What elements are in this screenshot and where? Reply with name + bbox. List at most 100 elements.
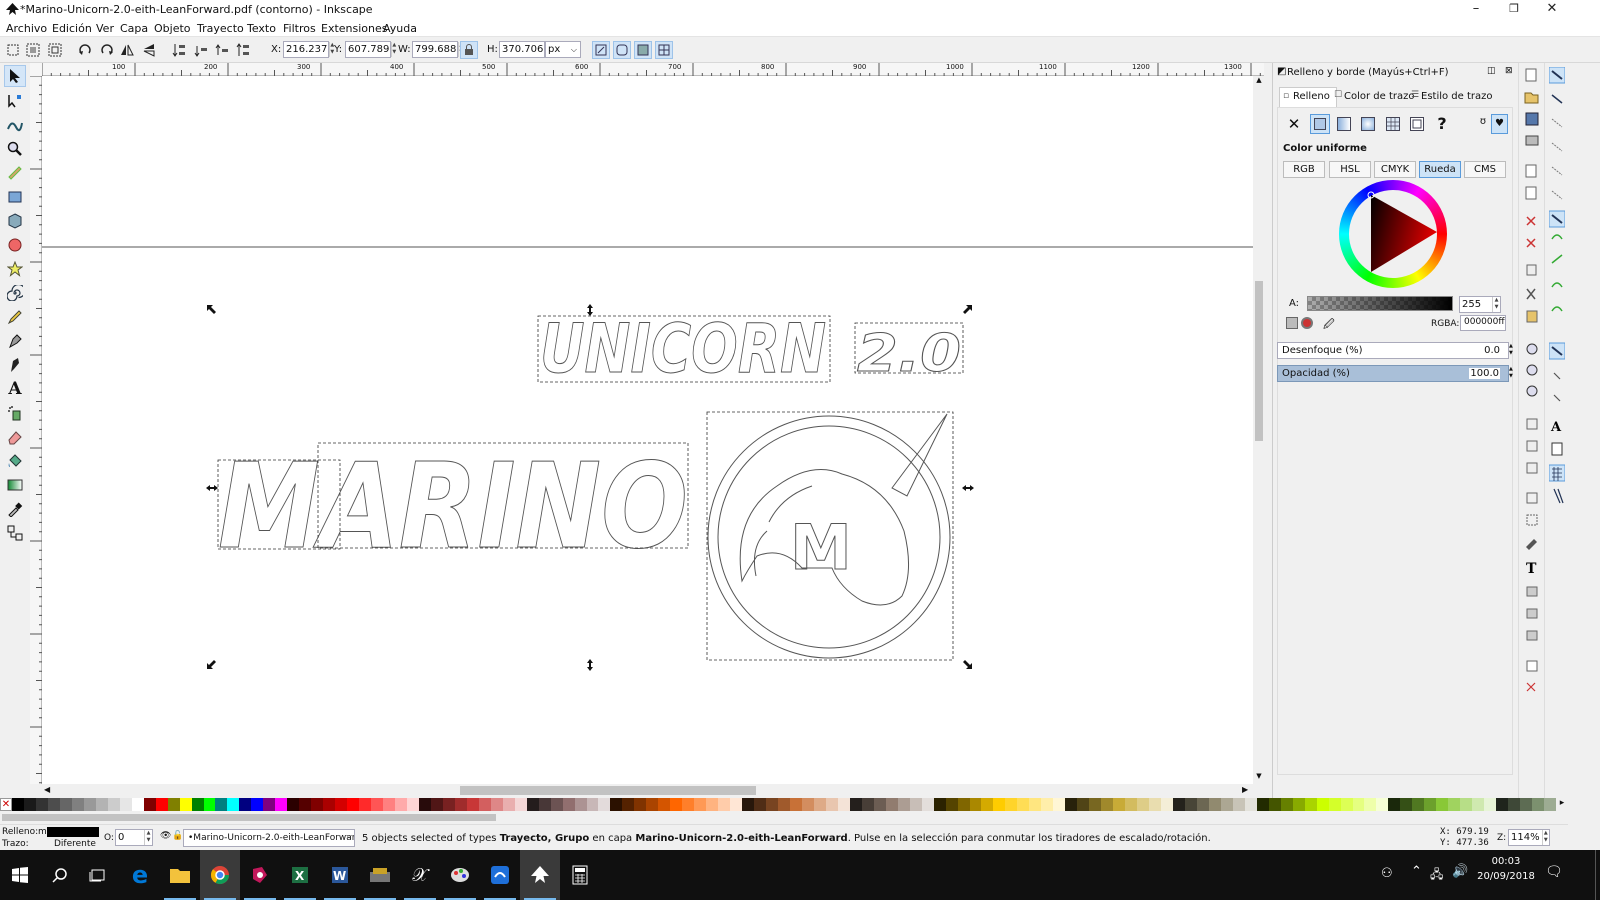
unlink-clone-icon[interactable] — [1526, 462, 1538, 474]
opacity-spinner-icon[interactable]: ▲ ▼ — [1509, 366, 1515, 381]
print-icon[interactable] — [1525, 135, 1539, 146]
palette-swatch[interactable] — [1424, 798, 1437, 811]
palette-swatch[interactable] — [1388, 798, 1401, 811]
menu-edicion[interactable]: Edición — [52, 22, 92, 35]
palette-swatch[interactable] — [526, 798, 539, 811]
palette-swatch[interactable] — [1352, 798, 1365, 811]
palette-swatch[interactable] — [371, 798, 384, 811]
snap-smooth-icon[interactable] — [1551, 306, 1563, 312]
tools-app-icon[interactable] — [360, 850, 400, 900]
y-field[interactable]: 607.789 ▲ ▼ — [345, 41, 396, 58]
palette-swatch[interactable] — [395, 798, 407, 811]
open-file-icon[interactable] — [1524, 92, 1539, 104]
color-picker-icon[interactable]: 🖉 — [1323, 316, 1335, 335]
selector-tool-icon[interactable] — [4, 65, 26, 87]
vm-app-icon[interactable] — [480, 850, 520, 900]
vertical-scroll-thumb[interactable] — [1255, 281, 1263, 441]
palette-swatch[interactable] — [1053, 798, 1066, 811]
lower-icon[interactable] — [192, 41, 210, 59]
palette-swatch[interactable] — [59, 798, 72, 811]
palette-swatch[interactable] — [706, 798, 719, 811]
palette-swatch[interactable] — [766, 798, 778, 811]
palette-swatch[interactable] — [933, 798, 946, 811]
palette-swatch[interactable] — [1149, 798, 1161, 811]
snap-bbox-edge-icon[interactable] — [1551, 118, 1563, 128]
spray-tool-icon[interactable] — [4, 402, 26, 424]
snap-cusp-icon[interactable] — [1551, 282, 1563, 288]
palette-swatch[interactable] — [789, 798, 802, 811]
redo-icon[interactable] — [1526, 238, 1536, 248]
eraser-tool-icon[interactable] — [4, 426, 26, 448]
copy-icon[interactable] — [1526, 264, 1537, 276]
color-wheel[interactable] — [1339, 180, 1447, 288]
palette-swatch[interactable] — [801, 798, 814, 811]
layer-select[interactable]: •Marino-Unicorn-2.0-eith-LeanForward — [183, 829, 355, 847]
palette-swatch[interactable] — [1256, 798, 1269, 811]
clone-icon[interactable] — [1526, 440, 1538, 452]
flip-vertical-icon[interactable] — [140, 41, 158, 59]
no-color-swatch[interactable]: ✕ — [0, 798, 12, 811]
palette-swatch[interactable] — [562, 798, 575, 811]
excel-icon[interactable]: X — [280, 850, 320, 900]
palette-swatch[interactable] — [502, 798, 515, 811]
palette-swatch[interactable] — [1125, 798, 1138, 811]
show-desktop-button[interactable] — [1595, 850, 1600, 900]
windows-start-icon[interactable] — [0, 850, 40, 900]
palette-swatch[interactable] — [1292, 798, 1305, 811]
palette-swatch[interactable] — [1220, 798, 1233, 811]
snap-rotation-center-icon[interactable] — [1553, 394, 1561, 402]
palette-swatch[interactable] — [215, 798, 228, 811]
pen-tool-icon[interactable] — [4, 330, 26, 352]
mode-hsl[interactable]: HSL — [1329, 161, 1371, 178]
notifications-icon[interactable]: 🗨 — [1545, 864, 1563, 880]
palette-swatch[interactable] — [1436, 798, 1449, 811]
dock-close-icon[interactable]: ⊠ — [1505, 66, 1513, 76]
unset-paint-icon[interactable]: ? — [1433, 114, 1451, 133]
palette-swatch[interactable] — [550, 798, 563, 811]
zoom-tool-icon[interactable] — [4, 138, 26, 160]
preferences-icon[interactable] — [1526, 682, 1536, 692]
palette-scroll-thumb[interactable] — [2, 814, 496, 821]
ungroup-icon[interactable] — [1526, 514, 1538, 526]
color-palette[interactable] — [12, 798, 1556, 811]
group-icon[interactable] — [1526, 492, 1538, 504]
paint-app-icon[interactable] — [440, 850, 480, 900]
close-button[interactable]: ✕ — [1533, 0, 1571, 20]
zoom-drawing-icon[interactable] — [1526, 364, 1538, 376]
3d-box-tool-icon[interactable] — [4, 210, 26, 232]
palette-menu-icon[interactable]: ▸ — [1556, 798, 1568, 811]
snap-page-border-icon[interactable] — [1551, 442, 1563, 456]
palette-swatch[interactable] — [299, 798, 312, 811]
palette-swatch[interactable] — [454, 798, 467, 811]
palette-swatch[interactable] — [1017, 798, 1030, 811]
palette-swatch[interactable] — [1496, 798, 1509, 811]
palette-swatch[interactable] — [514, 798, 527, 811]
move-patterns-icon[interactable] — [655, 41, 673, 59]
palette-swatch[interactable] — [1184, 798, 1197, 811]
fill-stroke-dialog-icon[interactable] — [1526, 539, 1537, 550]
palette-swatch[interactable] — [634, 798, 647, 811]
calligraphy-tool-icon[interactable] — [4, 354, 26, 376]
palette-swatch[interactable] — [191, 798, 204, 811]
palette-swatch[interactable] — [383, 798, 395, 811]
raise-icon[interactable] — [213, 41, 231, 59]
select-all-icon[interactable] — [4, 41, 22, 59]
star-tool-icon[interactable] — [4, 258, 26, 280]
blur-slider[interactable]: Desenfoque (%) 0.0 — [1277, 342, 1509, 359]
palette-swatch[interactable] — [251, 798, 264, 811]
palette-swatch[interactable] — [993, 798, 1006, 811]
menu-trayecto[interactable]: Trayecto — [197, 22, 244, 35]
palette-swatch[interactable] — [1340, 798, 1353, 811]
flat-color-icon[interactable] — [1310, 114, 1330, 134]
scroll-down-icon[interactable]: ▼ — [1255, 772, 1263, 782]
zoom-selection-icon[interactable] — [1526, 343, 1538, 355]
palette-swatch[interactable] — [969, 798, 982, 811]
palette-swatch[interactable] — [837, 798, 850, 811]
x-app-icon[interactable]: 𝒳 — [400, 850, 440, 900]
ellipse-tool-icon[interactable] — [4, 234, 26, 256]
snap-bbox-midpoint-icon[interactable] — [1551, 166, 1563, 176]
palette-swatch[interactable] — [203, 798, 216, 811]
undo-icon[interactable] — [1526, 216, 1536, 226]
palette-swatch[interactable] — [311, 798, 324, 811]
palette-swatch[interactable] — [275, 798, 288, 811]
